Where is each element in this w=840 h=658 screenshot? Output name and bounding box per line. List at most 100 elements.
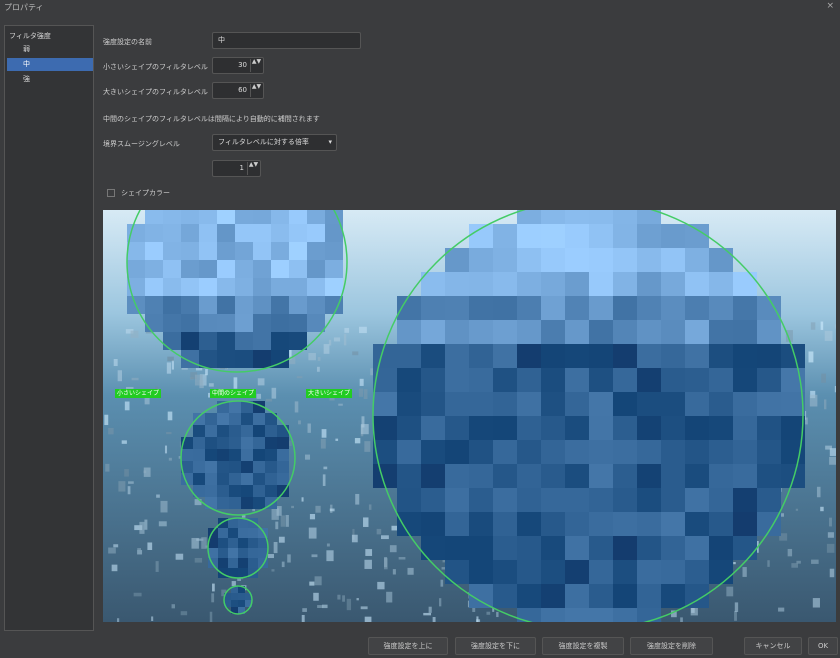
smoothing-mode-select[interactable]: フィルタレベルに対する倍率 ▾ [212,134,337,151]
move-down-button[interactable]: 強度設定を下に [455,637,536,655]
city-detail [273,541,278,554]
spin-arrows-icon[interactable]: ▲▼ [250,84,262,97]
mosaic-block [637,584,661,608]
mosaic-block [469,488,493,512]
mosaic-block [325,260,343,278]
mosaic-block [397,320,421,344]
mosaic-block [613,488,637,512]
mosaic-block [685,512,709,536]
mosaic-block [199,224,217,242]
mosaic-block [241,437,253,449]
cancel-button[interactable]: キャンセル [744,637,802,655]
mosaic-block [517,368,541,392]
tree-item-weak[interactable]: 弱 [7,43,93,56]
mosaic-block [253,425,265,437]
mosaic-block [445,440,469,464]
city-detail [734,611,737,621]
mosaic-block [685,368,709,392]
mosaic-block [637,416,661,440]
duplicate-button[interactable]: 強度設定を複製 [542,637,624,655]
mosaic-block [325,210,343,224]
mosaic-block [781,464,805,488]
mosaic-block [589,320,613,344]
city-detail [308,353,316,361]
mosaic-block [307,210,325,224]
mosaic-block [781,344,805,368]
close-icon[interactable]: × [826,1,834,11]
mosaic-block [733,512,757,536]
mosaic-block [613,536,637,560]
mosaic-block [193,461,205,473]
mosaic-block [757,440,781,464]
city-detail [829,517,832,527]
city-detail [276,506,282,516]
city-detail [113,544,119,548]
mosaic-block [733,272,757,296]
mosaic-block [241,425,253,437]
mosaic-block [589,512,613,536]
mosaic-block [637,536,661,560]
city-detail [105,463,110,472]
checkbox-icon[interactable] [107,189,115,197]
mosaic-block [637,488,661,512]
smoothing-label: 境界スムージングレベル [103,140,180,148]
mosaic-block [541,584,565,608]
mosaic-block [421,464,445,488]
city-detail [275,521,279,530]
spin-arrows-icon[interactable]: ▲▼ [250,59,262,72]
mosaic-block [228,548,238,558]
tree-root-filter-strength[interactable]: フィルタ強度 [7,30,93,43]
delete-button[interactable]: 強度設定を削除 [630,637,713,655]
mosaic-block [589,210,613,224]
mosaic-block [199,260,217,278]
move-up-button[interactable]: 強度設定を上に [368,637,448,655]
mosaic-block [217,278,235,296]
city-detail [368,504,372,510]
preview-image: 小さいシェイプ 中間のシェイプ 大きいシェイプ [103,210,836,622]
mosaic-block [541,416,565,440]
mosaic-block [661,392,685,416]
small-level-stepper[interactable]: 30 ▲▼ [212,57,264,74]
city-detail [365,549,373,556]
mosaic-block [469,296,493,320]
mosaic-block [421,368,445,392]
city-detail [131,377,139,381]
mosaic-block [421,320,445,344]
city-detail [326,543,330,547]
tree-item-strong[interactable]: 強 [7,73,93,86]
tree-item-medium[interactable]: 中 [7,58,93,71]
spin-arrows-icon[interactable]: ▲▼ [247,162,259,175]
city-detail [139,521,145,534]
city-detail [285,514,289,527]
mosaic-block [265,473,277,485]
mosaic-block [637,512,661,536]
mosaic-block [277,425,289,437]
mosaic-block [373,392,397,416]
mosaic-block [709,368,733,392]
mosaic-block [493,368,517,392]
mosaic-block [248,528,258,538]
mosaic-block [517,210,541,224]
city-detail [834,385,836,393]
shape-color-checkbox[interactable]: シェイプカラー [107,188,170,198]
ok-button[interactable]: OK [808,637,838,655]
city-detail [326,550,334,562]
mosaic-block [589,488,613,512]
city-detail [824,399,827,410]
mosaic-block [613,512,637,536]
chevron-down-icon: ▾ [328,138,332,146]
mosaic-block [307,296,325,314]
city-detail [257,378,265,386]
mosaic-block [271,242,289,260]
large-level-stepper[interactable]: 60 ▲▼ [212,82,264,99]
mosaic-block [231,600,238,607]
smoothing-stepper[interactable]: 1 ▲▼ [212,160,261,177]
mosaic-block [589,464,613,488]
mosaic-block [193,473,205,485]
large-shape-label: 大きいシェイプ [306,389,353,398]
city-detail [351,534,358,543]
name-input[interactable]: 中 [212,32,361,49]
city-detail [171,360,174,370]
mosaic-block [307,278,325,296]
mosaic-block [709,392,733,416]
